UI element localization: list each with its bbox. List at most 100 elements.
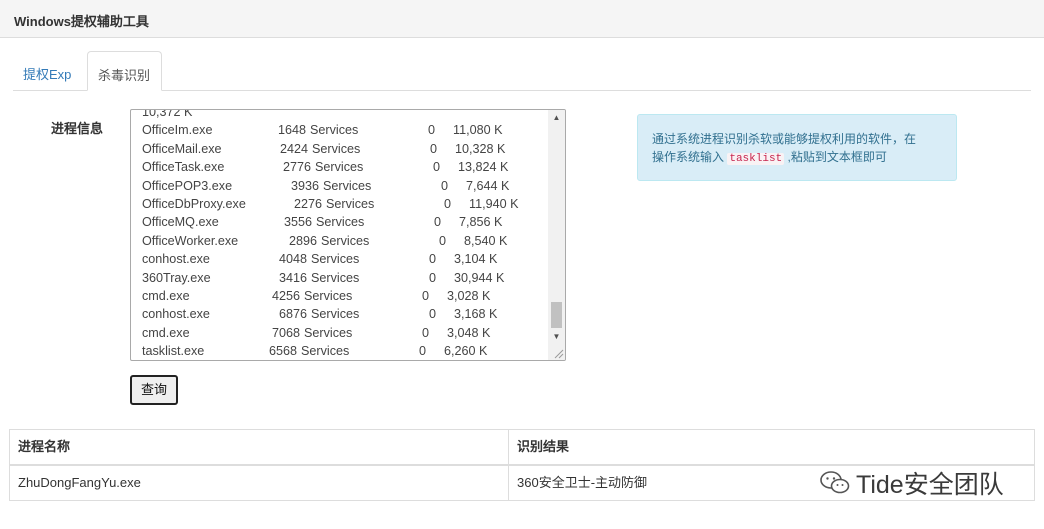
process-line-session: Services (304, 288, 353, 303)
process-line-pid: 1648 (278, 123, 307, 138)
process-line: OfficeWorker.exe 2896 Services 0 8,540 K (142, 232, 545, 250)
scroll-up-arrow-icon[interactable]: ▲ (548, 111, 565, 125)
process-line-name: tasklist.exe (142, 344, 205, 359)
process-line-session: Services (316, 215, 365, 230)
table-header-row: 进程名称 识别结果 (10, 430, 1034, 466)
process-line-name: conhost.exe (142, 252, 210, 267)
cell-process-name: ZhuDongFangYu.exe (10, 466, 509, 500)
process-line-num: 0 (422, 288, 430, 303)
process-line-mem: 7,856 K (459, 215, 503, 230)
process-line-num: 0 (429, 270, 437, 285)
process-line-pid: 4256 (272, 288, 301, 303)
process-line-num: 0 (444, 196, 452, 211)
process-line-num: 0 (429, 252, 437, 267)
process-line-pid: 6568 (269, 344, 298, 359)
process-line-pid: 3936 (291, 178, 320, 193)
process-line: cmd.exe 4256 Services 0 3,028 K (142, 287, 545, 305)
process-line-pid: 6876 (279, 307, 308, 322)
wechat-icon (820, 471, 850, 494)
process-line: OfficeMQ.exe 3556 Services 0 7,856 K (142, 213, 545, 231)
column-header-result: 识别结果 (517, 439, 570, 454)
process-line-pid: 2424 (280, 141, 309, 156)
process-line: OfficeDbProxy.exe 2276 Services 0 11,940 K (142, 195, 545, 213)
process-line-mem: 3,028 K (447, 288, 491, 303)
process-line-name: OfficeMail.exe (142, 141, 222, 156)
process-line-num: 0 (428, 123, 436, 138)
process-line-name: OfficeWorker.exe (142, 233, 239, 248)
process-line-mem: 8,540 K (464, 233, 508, 248)
process-line-pid: 2776 (283, 160, 312, 175)
process-lines: 10,372 K OfficeIm.exe 1648 Services 0 11,080 … (142, 109, 545, 360)
tab-antivirus-detect[interactable]: 杀毒识别 (87, 51, 162, 91)
process-line: OfficeMail.exe 2424 Services 0 10,328 K (142, 140, 545, 158)
process-line-name: OfficeIm.exe (142, 123, 213, 138)
process-line-num: 0 (422, 325, 430, 340)
textarea-scrollbar[interactable]: ▲ ▼ (548, 110, 565, 360)
process-line-name: OfficeDbProxy.exe (142, 196, 246, 211)
process-line-session: Services (321, 233, 370, 248)
watermark: Tide安全团队 (820, 465, 1004, 501)
process-info-textarea[interactable]: 10,372 K OfficeIm.exe 1648 Services 0 11,080 … (130, 109, 566, 361)
scroll-down-arrow-icon[interactable]: ▼ (548, 330, 565, 344)
process-line: 360Tray.exe 3416 Services 0 30,944 K (142, 269, 545, 287)
process-line-num: 0 (429, 307, 437, 322)
column-header-process-name: 进程名称 (10, 430, 509, 464)
process-line-mem: 3,104 K (454, 252, 498, 267)
process-line-mem: 3,168 K (454, 307, 498, 322)
app-title: Windows提权辅助工具 (14, 14, 149, 29)
resize-grip-icon[interactable] (553, 348, 564, 359)
process-line-session: Services (312, 141, 361, 156)
process-line-pid: 2896 (289, 233, 318, 248)
process-line-name: 10,372 K (142, 109, 193, 119)
process-line-mem: 13,824 K (458, 160, 509, 175)
process-line-name: OfficePOP3.exe (142, 178, 233, 193)
process-line-session: Services (304, 325, 353, 340)
process-line-pid: 3556 (284, 215, 313, 230)
scroll-thumb[interactable] (551, 302, 562, 328)
process-line-num: 0 (434, 215, 442, 230)
process-line-session: Services (326, 196, 375, 211)
process-line-session: Services (315, 160, 364, 175)
process-line-mem: 6,260 K (444, 344, 488, 359)
process-line-mem: 3,048 K (447, 325, 491, 340)
process-line-pid: 3416 (279, 270, 308, 285)
process-line-session: Services (301, 344, 350, 359)
process-line-name: 360Tray.exe (142, 270, 211, 285)
alert-code-tasklist: tasklist (727, 153, 785, 165)
process-line-num: 0 (439, 233, 447, 248)
process-line-mem: 10,328 K (455, 141, 506, 156)
tab-privilege-exp[interactable]: 提权Exp (13, 51, 81, 90)
process-line-mem: 11,940 K (469, 196, 519, 211)
process-line-name: OfficeTask.exe (142, 160, 225, 175)
process-line-session: Services (311, 252, 360, 267)
process-line-pid: 7068 (272, 325, 301, 340)
process-line: conhost.exe 6876 Services 0 3,168 K (142, 305, 545, 323)
process-line-mem: 30,944 K (454, 270, 505, 285)
alert-text-line-2a: 操作系统输入 (652, 150, 728, 164)
process-line-num: 0 (430, 141, 438, 156)
alert-text-line-1: 通过系统进程识别杀软或能够提权利用的软件，在 (652, 132, 917, 146)
process-line-pid: 4048 (279, 252, 308, 267)
process-line-name: OfficeMQ.exe (142, 215, 219, 230)
process-line: OfficeIm.exe 1648 Services 0 11,080 K (142, 121, 545, 139)
app-header: Windows提权辅助工具 (0, 0, 1044, 38)
query-button[interactable]: 查询 (130, 375, 178, 405)
process-line-num: 0 (433, 160, 441, 175)
process-line-session: Services (310, 123, 359, 138)
process-line: OfficeTask.exe 2776 Services 0 13,824 K (142, 158, 545, 176)
process-line-name: conhost.exe (142, 307, 210, 322)
process-line-mem: 11,080 K (453, 123, 503, 138)
process-line: OfficePOP3.exe 3936 Services 0 7,644 K (142, 177, 545, 195)
process-line-session: Services (311, 307, 360, 322)
info-alert: 通过系统进程识别杀软或能够提权利用的软件，在 操作系统输入 tasklist ,… (637, 114, 957, 181)
tab-bar: 提权Exp 杀毒识别 (13, 51, 1031, 91)
process-line-pid: 2276 (294, 196, 323, 211)
process-line: 10,372 K (142, 109, 545, 121)
process-line-mem: 7,644 K (466, 178, 510, 193)
process-line: conhost.exe 4048 Services 0 3,104 K (142, 250, 545, 268)
watermark-text: Tide安全团队 (856, 471, 1004, 499)
process-line-name: cmd.exe (142, 325, 190, 340)
process-line-session: Services (323, 178, 372, 193)
process-line-num: 0 (419, 344, 427, 359)
process-line-session: Services (311, 270, 360, 285)
